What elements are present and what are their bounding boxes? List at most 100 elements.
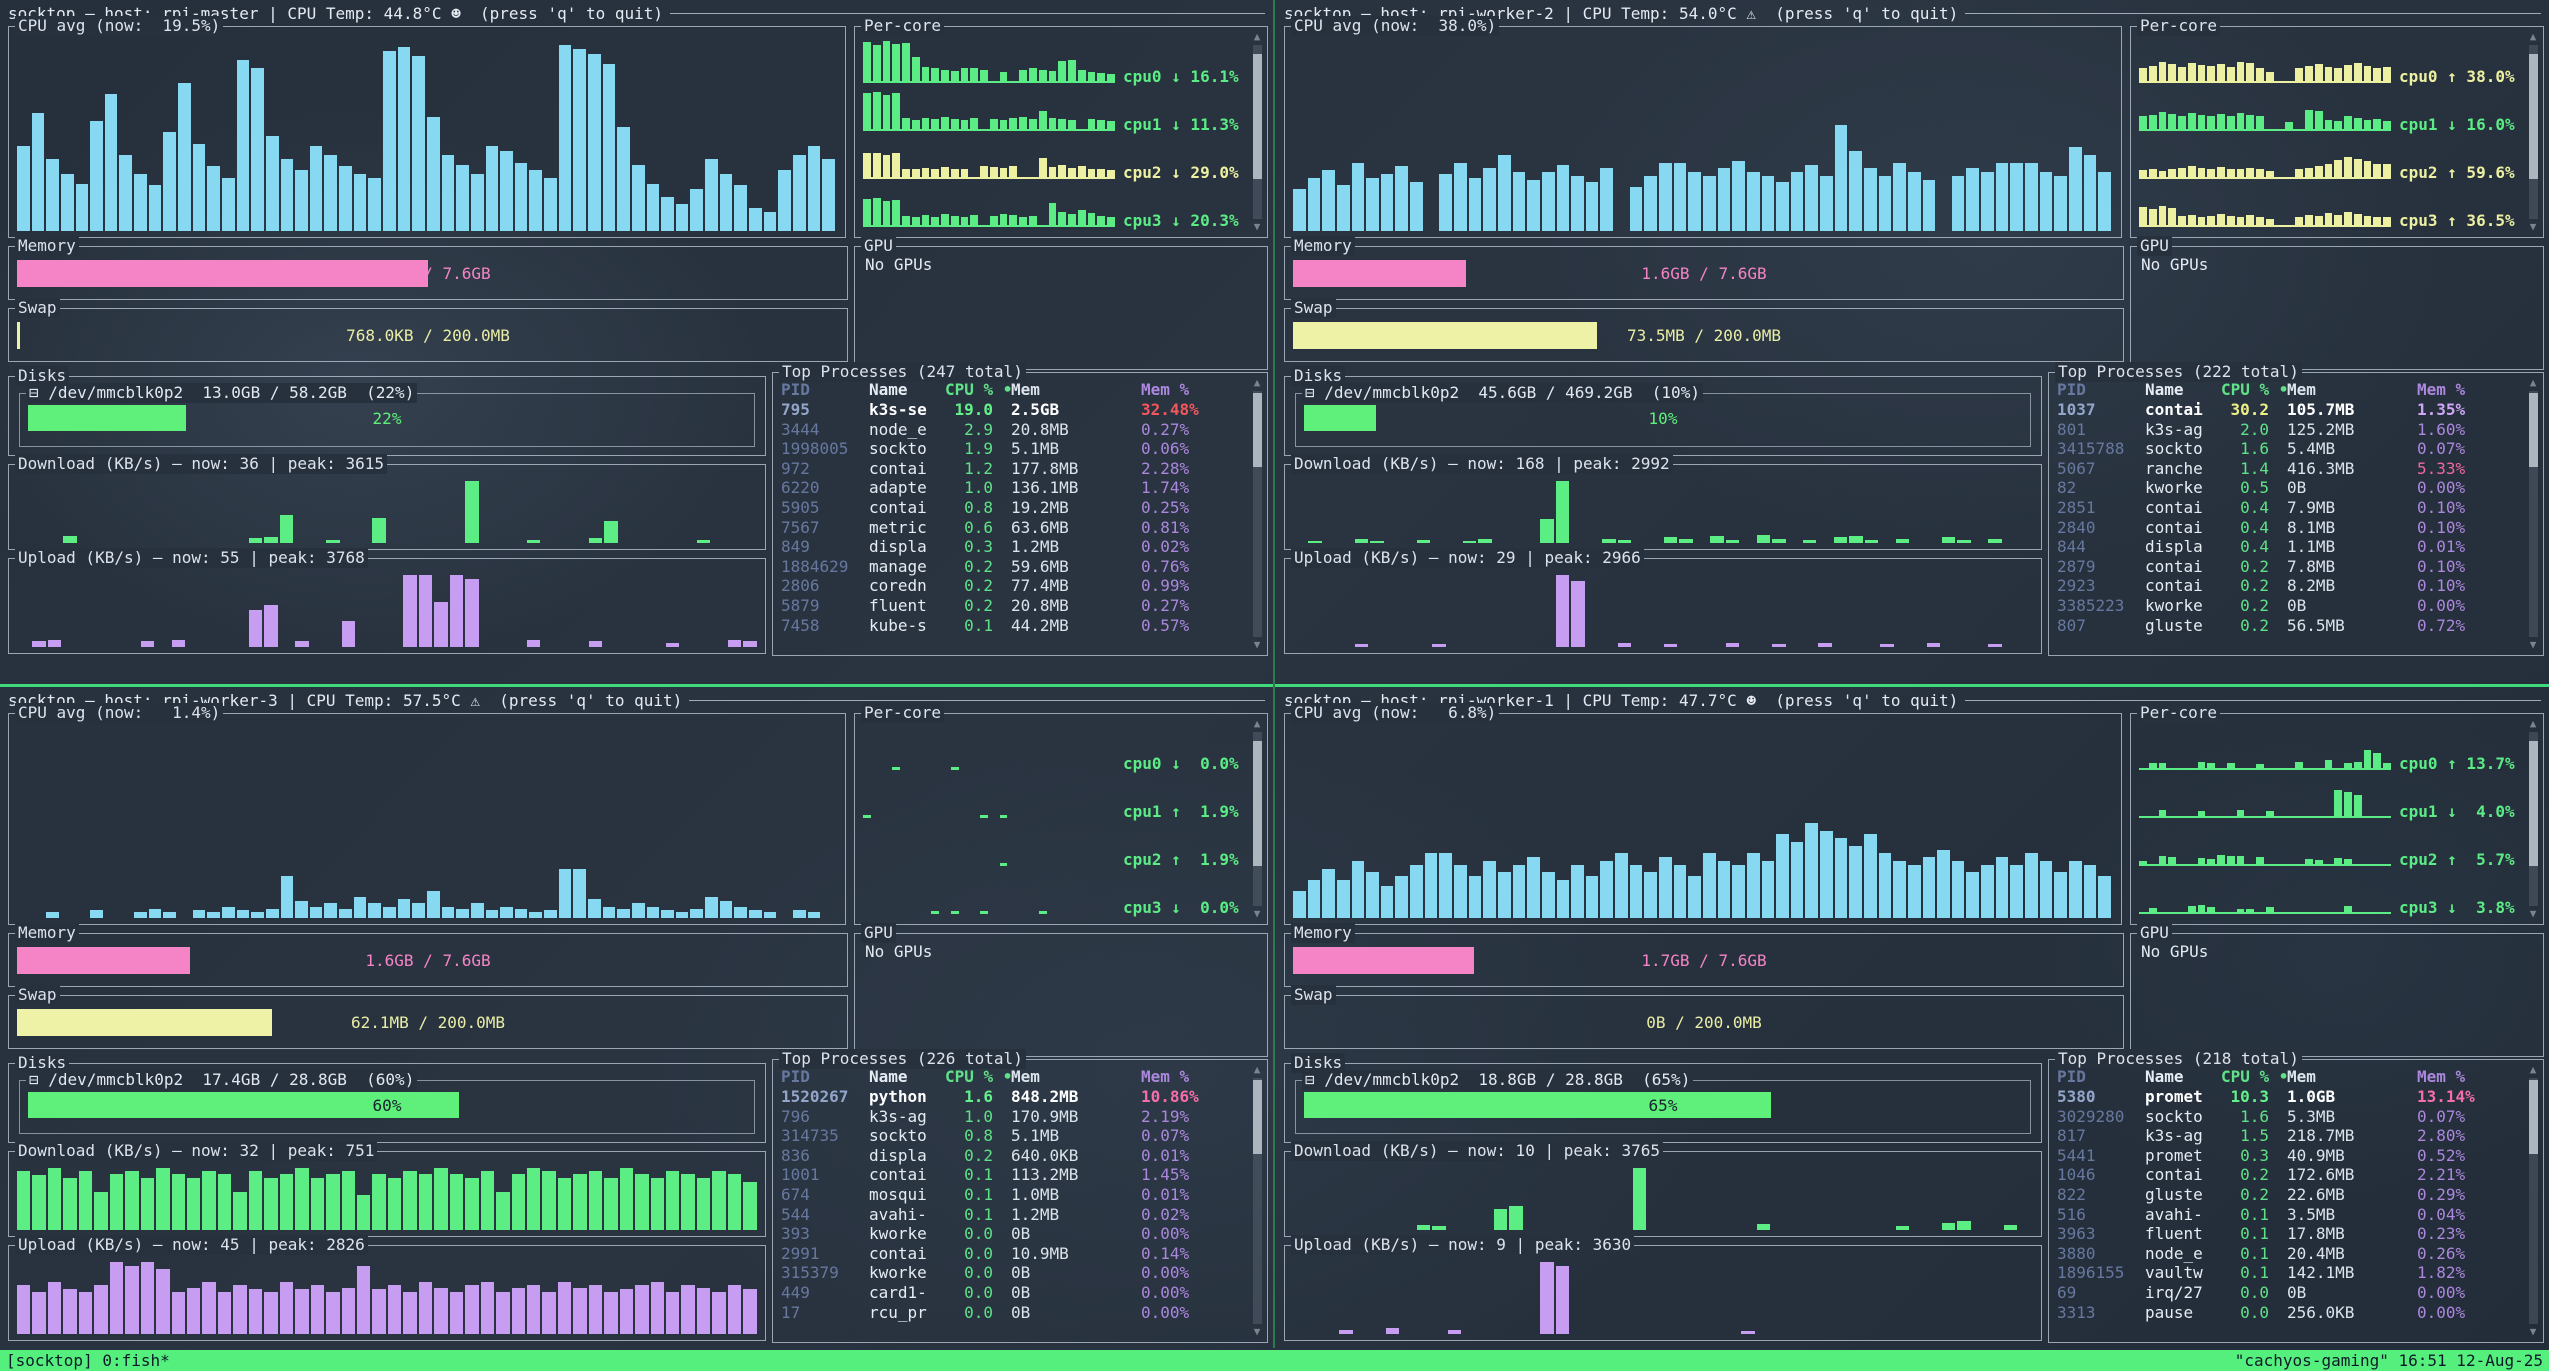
scrollbar-thumb[interactable] [2529,54,2538,179]
bar [372,1289,385,1334]
process-row[interactable]: 5380promet10.31.0GB13.14% [2049,1087,2523,1107]
process-row[interactable]: 2923contai0.28.2MB0.10% [2049,576,2523,596]
scrollbar-track[interactable] [1253,732,1262,906]
scrollbar-track[interactable] [1253,1078,1262,1324]
process-row[interactable]: 5905contai0.819.2MB0.25% [773,498,1247,518]
process-row[interactable]: 2991contai0.010.9MB0.14% [773,1244,1247,1264]
process-scrollbar[interactable]: ▲ ▼ [1250,1064,1264,1338]
download-panel: Download (KB/s) — now: 10 | peak: 3765 [1284,1151,2042,1237]
scrollbar-track[interactable] [2529,732,2538,906]
process-row[interactable]: 5879fluent0.220.8MB0.27% [773,596,1247,616]
bar [1494,1209,1507,1230]
process-row[interactable]: 315379kworke0.00B0.00% [773,1263,1247,1283]
process-row[interactable]: 795k3s-se19.02.5GB32.48% [773,400,1247,420]
process-pmempct: 0.27% [1141,420,1247,440]
process-row[interactable]: 2879contai0.27.8MB0.10% [2049,557,2523,577]
per-core-scrollbar[interactable]: ▲ ▼ [2526,718,2540,920]
process-row[interactable]: 82kworke0.50B0.00% [2049,478,2523,498]
process-row[interactable]: 972contai1.2177.8MB2.28% [773,459,1247,479]
scrollbar-thumb[interactable] [1253,393,1262,467]
scroll-down-icon[interactable]: ▼ [1254,908,1261,920]
process-row[interactable]: 3029280sockto1.65.3MB0.07% [2049,1107,2523,1127]
process-row[interactable]: 7567metric0.663.6MB0.81% [773,518,1247,538]
scrollbar-track[interactable] [1253,45,1262,219]
process-row[interactable]: 849displa0.31.2MB0.02% [773,537,1247,557]
process-scrollbar[interactable]: ▲ ▼ [1250,377,1264,651]
scroll-up-icon[interactable]: ▲ [1254,377,1261,389]
process-row[interactable]: 2851contai0.47.9MB0.10% [2049,498,2523,518]
disk-usage-gauge: 65% [1304,1092,2022,1118]
scroll-down-icon[interactable]: ▼ [2530,1326,2537,1338]
scroll-down-icon[interactable]: ▼ [1254,221,1261,233]
process-row[interactable]: 1884629manage0.259.6MB0.76% [773,557,1247,577]
process-row[interactable]: 17rcu_pr0.00B0.00% [773,1303,1247,1323]
process-row[interactable]: 844displa0.41.1MB0.01% [2049,537,2523,557]
process-row[interactable]: 2840contai0.48.1MB0.10% [2049,518,2523,538]
process-row[interactable]: 807gluste0.256.5MB0.72% [2049,616,2523,636]
process-row[interactable]: 1998005sockto1.95.1MB0.06% [773,439,1247,459]
process-row[interactable]: 801k3s-ag2.0125.2MB1.60% [2049,420,2523,440]
scrollbar-thumb[interactable] [2529,1080,2538,1154]
process-row[interactable]: 822gluste0.222.6MB0.29% [2049,1185,2523,1205]
process-row[interactable]: 6220adapte1.0136.1MB1.74% [773,478,1247,498]
process-row[interactable]: 5067ranche1.4416.3MB5.33% [2049,459,2523,479]
bar [1571,581,1584,647]
process-row[interactable]: 2806coredn0.277.4MB0.99% [773,576,1247,596]
process-row[interactable]: 3385223kworke0.20B0.00% [2049,596,2523,616]
process-row[interactable]: 1001contai0.1113.2MB1.45% [773,1165,1247,1185]
process-row[interactable]: 817k3s-ag1.5218.7MB2.80% [2049,1126,2523,1146]
process-row[interactable]: 7458kube-s0.144.2MB0.57% [773,616,1247,636]
scroll-up-icon[interactable]: ▲ [1254,718,1261,730]
process-row[interactable]: 314735sockto0.85.1MB0.07% [773,1126,1247,1146]
scroll-down-icon[interactable]: ▼ [1254,639,1261,651]
process-row[interactable]: 796k3s-ag1.0170.9MB2.19% [773,1107,1247,1127]
scrollbar-thumb[interactable] [2529,741,2538,866]
pane-divider-vertical[interactable] [1273,0,1275,1348]
scroll-up-icon[interactable]: ▲ [2530,31,2537,43]
scrollbar-thumb[interactable] [1253,741,1262,866]
scrollbar-thumb[interactable] [1253,1080,1262,1154]
process-row[interactable]: 836displa0.2640.0KB0.01% [773,1146,1247,1166]
process-row[interactable]: 5441promet0.340.9MB0.52% [2049,1146,2523,1166]
per-core-scrollbar[interactable]: ▲ ▼ [1250,31,1264,233]
process-row[interactable]: 1520267python1.6848.2MB10.86% [773,1087,1247,1107]
scroll-down-icon[interactable]: ▼ [2530,221,2537,233]
process-row[interactable]: 516avahi-0.13.5MB0.04% [2049,1205,2523,1225]
process-row[interactable]: 3415788sockto1.65.4MB0.07% [2049,439,2523,459]
per-core-scrollbar[interactable]: ▲ ▼ [2526,31,2540,233]
scroll-down-icon[interactable]: ▼ [2530,908,2537,920]
scroll-up-icon[interactable]: ▲ [2530,377,2537,389]
process-row[interactable]: 3444node_e2.920.8MB0.27% [773,420,1247,440]
scrollbar-track[interactable] [1253,391,1262,637]
per-core-scrollbar[interactable]: ▲ ▼ [1250,718,1264,920]
process-scrollbar[interactable]: ▲ ▼ [2526,1064,2540,1338]
process-scrollbar[interactable]: ▲ ▼ [2526,377,2540,651]
process-row[interactable]: 544avahi-0.11.2MB0.02% [773,1205,1247,1225]
bar [1000,168,1008,177]
process-row[interactable]: 1037contai30.2105.7MB1.35% [2049,400,2523,420]
status-session-label[interactable]: [socktop] 0:fish* [6,1350,170,1371]
process-row[interactable]: 3963fluent0.117.8MB0.23% [2049,1224,2523,1244]
process-row[interactable]: 1046contai0.2172.6MB2.21% [2049,1165,2523,1185]
scrollbar-track[interactable] [2529,45,2538,219]
process-row[interactable]: 69irq/270.00B0.00% [2049,1283,2523,1303]
scroll-down-icon[interactable]: ▼ [2530,639,2537,651]
scrollbar-thumb[interactable] [2529,393,2538,467]
process-row[interactable]: 3880node_e0.120.4MB0.26% [2049,1244,2523,1264]
bar [2159,810,2167,816]
scrollbar-track[interactable] [2529,1078,2538,1324]
process-row[interactable]: 393kworke0.00B0.00% [773,1224,1247,1244]
process-row[interactable]: 449card1-0.00B0.00% [773,1283,1247,1303]
scrollbar-track[interactable] [2529,391,2538,637]
scroll-up-icon[interactable]: ▲ [2530,718,2537,730]
scrollbar-thumb[interactable] [1253,54,1262,179]
bar [471,174,484,231]
scroll-up-icon[interactable]: ▲ [1254,31,1261,43]
process-row[interactable]: 674mosqui0.11.0MB0.01% [773,1185,1247,1205]
scroll-down-icon[interactable]: ▼ [1254,1326,1261,1338]
bar [1009,215,1017,225]
process-row[interactable]: 1896155vaultw0.1142.1MB1.82% [2049,1263,2523,1283]
process-row[interactable]: 3313pause0.0256.0KB0.00% [2049,1303,2523,1323]
scroll-up-icon[interactable]: ▲ [1254,1064,1261,1076]
scroll-up-icon[interactable]: ▲ [2530,1064,2537,1076]
